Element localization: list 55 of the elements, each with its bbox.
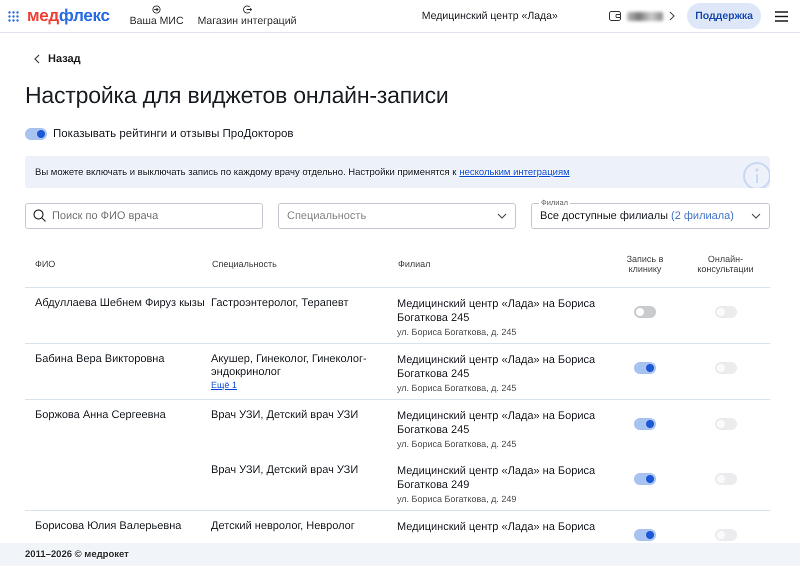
more-link[interactable]: Ещё 1 <box>211 380 397 390</box>
menu-icon[interactable] <box>775 10 788 22</box>
specialty-text: Врач УЗИ, Детский врач УЗИ <box>211 464 360 477</box>
specialty-text: Врач УЗИ, Детский врач УЗИ <box>211 409 360 422</box>
caret-icon <box>497 213 507 219</box>
branch-name: Медицинский центр «Лада» на Бориса <box>397 520 596 534</box>
column-header: ФИО <box>35 259 56 269</box>
apps-grid-icon[interactable] <box>8 10 19 22</box>
search-icon <box>33 209 46 222</box>
specialty-dropdown[interactable]: Специальность <box>278 203 516 229</box>
branch-address: ул. Бориса Богаткова, д. 245 <box>397 327 518 339</box>
branch-name: Медицинский центр «Лада» на Бориса Богаткова 245 <box>397 353 596 381</box>
column-header: Филиал <box>398 259 430 269</box>
chevron-right-icon[interactable] <box>669 11 676 21</box>
doctor-name: Бабина Вера Викторовна <box>35 353 164 365</box>
branch-name: Медицинский центр «Лада» на Бориса Богаткова 245 <box>397 297 596 325</box>
specialty-text: Гастроэнтеролог, Терапевт <box>211 297 350 310</box>
logo[interactable]: медфлекс <box>27 6 110 26</box>
doctor-name: Абдуллаева Шебнем Фируз кызы <box>35 297 205 309</box>
specialty-text: Детский невролог, Невролог <box>211 520 356 533</box>
integrations-link[interactable]: нескольким интеграциям <box>459 166 570 178</box>
booking-switch[interactable] <box>634 529 656 541</box>
info-icon <box>742 161 770 188</box>
branch-name: Медицинский центр «Лада» на Бориса Богаткова 245 <box>397 409 596 437</box>
ratings-switch[interactable] <box>25 128 47 140</box>
back-button[interactable]: Назад <box>34 53 81 65</box>
nav-link[interactable]: Ваша МИС <box>130 5 184 27</box>
column-header: Запись в клинику <box>626 254 664 274</box>
logout-icon <box>242 5 252 14</box>
booking-switch[interactable] <box>634 473 656 485</box>
footer-text: 2011–2026 © медрокет <box>0 543 800 566</box>
doctor-name: Боржова Анна Сергеевна <box>35 409 166 421</box>
column-header: Специальность <box>212 259 277 269</box>
booking-switch[interactable] <box>634 418 656 430</box>
info-text: Вы можете включать и выключать запись по каждому врачу отдельно. Настройки применятся к <box>35 166 456 178</box>
booking-switch[interactable] <box>634 306 656 318</box>
chevron-left-icon <box>34 54 40 64</box>
branch-address: ул. Бориса Богаткова, д. 245 <box>397 439 518 451</box>
switch-label: Показывать рейтинги и отзывы ПроДокторов <box>53 128 294 140</box>
login-icon <box>152 5 162 14</box>
search-field[interactable]: Поиск по ФИО врача <box>25 203 263 229</box>
column-header: Онлайн-консультации <box>697 254 754 274</box>
blurred-balance <box>627 12 664 20</box>
support-button[interactable]: Поддержка <box>687 3 761 29</box>
nav-link[interactable]: Магазин интеграций <box>198 5 296 27</box>
caret-icon <box>751 213 761 219</box>
branch-name: Медицинский центр «Лада» на Бориса Богаткова 249 <box>397 464 596 492</box>
page-title: Настройка для виджетов онлайн-записи <box>25 82 450 109</box>
doctor-name: Борисова Юлия Валерьевна <box>35 520 182 532</box>
booking-switch[interactable] <box>634 362 656 374</box>
branch-address: ул. Бориса Богаткова, д. 245 <box>397 383 518 395</box>
wallet-icon[interactable] <box>609 11 622 21</box>
specialty-text: Акушер, Гинеколог, Гинеколог-эндокринолог <box>211 353 368 379</box>
branch-address: ул. Бориса Богаткова, д. 249 <box>397 494 518 506</box>
clinic-name[interactable]: Медицинский центр «Лада» <box>362 10 558 22</box>
